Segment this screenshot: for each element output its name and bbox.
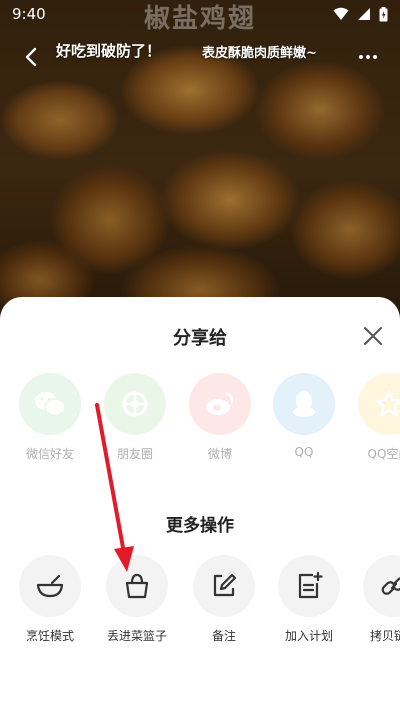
share-qzone[interactable]: QQ空间 — [349, 373, 400, 462]
plan-icon — [278, 555, 340, 617]
more-actions-title: 更多操作 — [166, 516, 234, 536]
bowl-icon — [19, 555, 81, 617]
share-label: QQ空间 — [367, 447, 400, 461]
share-label: 微信好友 — [25, 447, 74, 461]
edit-icon — [193, 555, 255, 617]
qzone-icon — [358, 373, 400, 435]
video-subtitle-right: 表皮酥脆肉质鲜嫩~ — [202, 46, 317, 61]
action-label: 加入计划 — [284, 629, 333, 643]
action-label: 丢进菜篮子 — [106, 629, 167, 643]
screen: 9:40 椒盐鸡翅 好吃到破防了！ 表皮酥脆肉质鲜嫩~ 分享给 微信好友 朋友圈… — [0, 0, 400, 711]
add-to-plan-button[interactable]: 加入计划 — [264, 555, 354, 644]
more-actions: 烹饪模式 丢进菜篮子 备注 加入计划 拷贝链 — [0, 555, 400, 655]
copy-link-button[interactable]: 拷贝链接 — [349, 555, 400, 644]
share-label: 朋友圈 — [116, 447, 153, 461]
basket-icon — [106, 555, 168, 617]
action-label: 备注 — [211, 629, 236, 643]
wechat-icon — [19, 373, 81, 435]
action-label: 拷贝链接 — [369, 629, 400, 643]
share-weibo[interactable]: 微博 — [180, 373, 260, 462]
video-title: 椒盐鸡翅 — [143, 4, 256, 34]
share-sheet: 分享给 微信好友 朋友圈 微博 QQ QQ空 更多操作 烹饪模式 丢进菜篮子 备… — [0, 297, 400, 711]
video-subtitle-left: 好吃到破防了！ — [56, 42, 162, 60]
weibo-icon — [189, 373, 251, 435]
qq-icon — [273, 373, 335, 435]
share-sheet-title: 分享给 — [173, 328, 227, 349]
share-qq[interactable]: QQ — [264, 373, 344, 459]
more-options-icon[interactable] — [356, 46, 380, 68]
moments-icon — [104, 373, 166, 435]
action-label: 烹饪模式 — [25, 629, 74, 643]
share-label: 微博 — [207, 447, 232, 461]
share-label: QQ — [294, 445, 314, 459]
add-to-basket-button[interactable]: 丢进菜篮子 — [92, 555, 182, 644]
cooking-mode-button[interactable]: 烹饪模式 — [5, 555, 95, 644]
video-nav: 好吃到破防了！ 表皮酥脆肉质鲜嫩~ — [0, 36, 400, 76]
share-targets: 微信好友 朋友圈 微博 QQ QQ空 — [0, 373, 400, 473]
note-button[interactable]: 备注 — [179, 555, 269, 644]
share-moments[interactable]: 朋友圈 — [95, 373, 175, 462]
close-icon[interactable] — [362, 325, 384, 347]
link-icon — [363, 555, 400, 617]
share-wechat[interactable]: 微信好友 — [10, 373, 90, 462]
back-icon[interactable] — [22, 46, 42, 68]
